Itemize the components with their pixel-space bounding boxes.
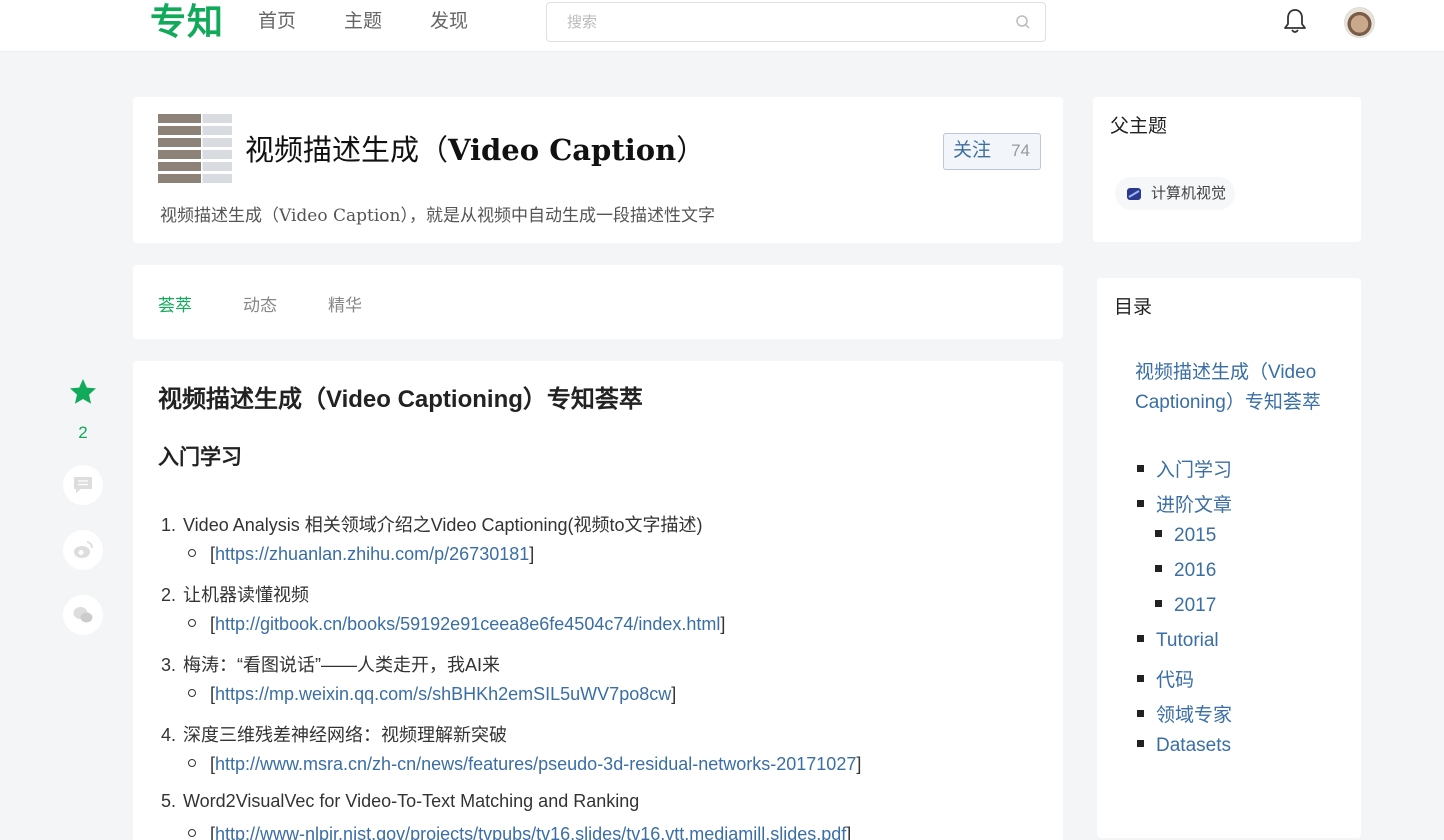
article-content: 视频描述生成（Video Captioning）专知荟萃 入门学习 1. Vide… bbox=[133, 361, 1063, 840]
star-icon[interactable] bbox=[68, 377, 98, 407]
list-subitem: [https://mp.weixin.qq.com/s/shBHKh2emSIL… bbox=[188, 684, 676, 705]
parent-topic-card: 父主题 计算机视觉 bbox=[1093, 97, 1361, 242]
notification-bell-icon[interactable] bbox=[1282, 7, 1308, 35]
computer-vision-icon bbox=[1127, 188, 1141, 200]
follow-label: 关注 bbox=[953, 140, 992, 161]
toc-item[interactable]: 进阶文章 bbox=[1137, 490, 1232, 517]
section-heading: 入门学习 bbox=[158, 446, 242, 469]
list-subitem: [http://gitbook.cn/books/59192e91ceea8e6… bbox=[188, 614, 725, 635]
table-of-contents: 目录 视频描述生成（Video Captioning）专知荟萃 入门学习 进阶文… bbox=[1097, 278, 1361, 838]
parent-topic-chip[interactable]: 计算机视觉 bbox=[1115, 177, 1235, 210]
toc-item[interactable]: 入门学习 bbox=[1137, 455, 1232, 482]
toc-subitem[interactable]: 2016 bbox=[1155, 560, 1216, 582]
resource-link[interactable]: https://zhuanlan.zhihu.com/p/26730181 bbox=[215, 544, 529, 564]
user-avatar[interactable] bbox=[1344, 7, 1375, 38]
list-item: 2. 让机器读懂视频 bbox=[161, 585, 309, 605]
toc-subitem[interactable]: 2017 bbox=[1155, 595, 1216, 617]
topic-tabs: 荟萃 动态 精华 bbox=[133, 265, 1063, 339]
tab-featured[interactable]: 精华 bbox=[328, 291, 362, 316]
search-input[interactable] bbox=[567, 3, 1007, 41]
list-subitem: [http://www.msra.cn/zh-cn/news/features/… bbox=[188, 754, 861, 775]
toc-item[interactable]: Datasets bbox=[1137, 735, 1231, 757]
parent-topic-heading: 父主题 bbox=[1110, 116, 1168, 137]
toc-item[interactable]: 领域专家 bbox=[1137, 700, 1232, 727]
follow-count: 74 bbox=[1011, 141, 1030, 160]
search-box bbox=[546, 2, 1046, 42]
weibo-icon bbox=[74, 541, 93, 558]
article-title: 视频描述生成（Video Captioning）专知荟萃 bbox=[158, 386, 643, 413]
resource-link[interactable]: http://gitbook.cn/books/59192e91ceea8e6f… bbox=[215, 614, 720, 634]
resource-link[interactable]: https://mp.weixin.qq.com/s/shBHKh2emSIL5… bbox=[215, 684, 671, 704]
tab-collection[interactable]: 荟萃 bbox=[158, 291, 192, 316]
star-count: 2 bbox=[78, 423, 88, 442]
weibo-share-button[interactable] bbox=[63, 530, 103, 570]
wechat-share-button[interactable] bbox=[63, 595, 103, 635]
list-subitem: [https://zhuanlan.zhihu.com/p/26730181] bbox=[188, 544, 534, 565]
resource-link[interactable]: http://www.msra.cn/zh-cn/news/features/p… bbox=[215, 754, 856, 774]
toc-main-link[interactable]: 视频描述生成（Video Captioning）专知荟萃 bbox=[1135, 358, 1335, 418]
search-icon[interactable] bbox=[1015, 14, 1031, 30]
list-subitem: [http://www-nlpir.nist.gov/projects/tvpu… bbox=[188, 824, 851, 840]
nav-discover[interactable]: 发现 bbox=[430, 0, 468, 44]
topic-title: 视频描述生成（Video Caption） bbox=[245, 133, 706, 167]
list-item: 3. 梅涛：“看图说话”——人类走开，我AI来 bbox=[161, 655, 500, 675]
comment-button[interactable] bbox=[63, 465, 103, 505]
nav-topics[interactable]: 主题 bbox=[344, 0, 382, 44]
comment-icon bbox=[74, 477, 92, 493]
topic-thumbnail bbox=[158, 114, 232, 186]
topic-description: 视频描述生成（Video Caption），就是从视频中自动生成一段描述性文字 bbox=[160, 206, 715, 226]
list-item: 5. Word2VisualVec for Video-To-Text Match… bbox=[161, 791, 640, 811]
toc-heading: 目录 bbox=[1114, 297, 1153, 318]
list-item: 1. Video Analysis 相关领域介绍之Video Captioning… bbox=[161, 515, 703, 535]
site-logo[interactable]: 专知 bbox=[150, 0, 224, 46]
main-nav: 首页 主题 发现 bbox=[258, 0, 516, 44]
nav-home[interactable]: 首页 bbox=[258, 0, 296, 44]
tab-activity[interactable]: 动态 bbox=[243, 291, 277, 316]
follow-button[interactable]: 关注 74 bbox=[943, 133, 1041, 170]
wechat-icon bbox=[73, 607, 93, 623]
topic-header-card: 视频描述生成（Video Caption） 关注 74 视频描述生成（Video… bbox=[133, 97, 1063, 243]
top-navbar: 专知 首页 主题 发现 bbox=[0, 0, 1444, 52]
list-item: 4. 深度三维残差神经网络：视频理解新突破 bbox=[161, 725, 507, 745]
toc-item[interactable]: 代码 bbox=[1137, 665, 1194, 692]
toc-subitem[interactable]: 2015 bbox=[1155, 525, 1216, 547]
toc-item[interactable]: Tutorial bbox=[1137, 630, 1219, 652]
resource-link[interactable]: http://www-nlpir.nist.gov/projects/tvpub… bbox=[215, 824, 846, 840]
